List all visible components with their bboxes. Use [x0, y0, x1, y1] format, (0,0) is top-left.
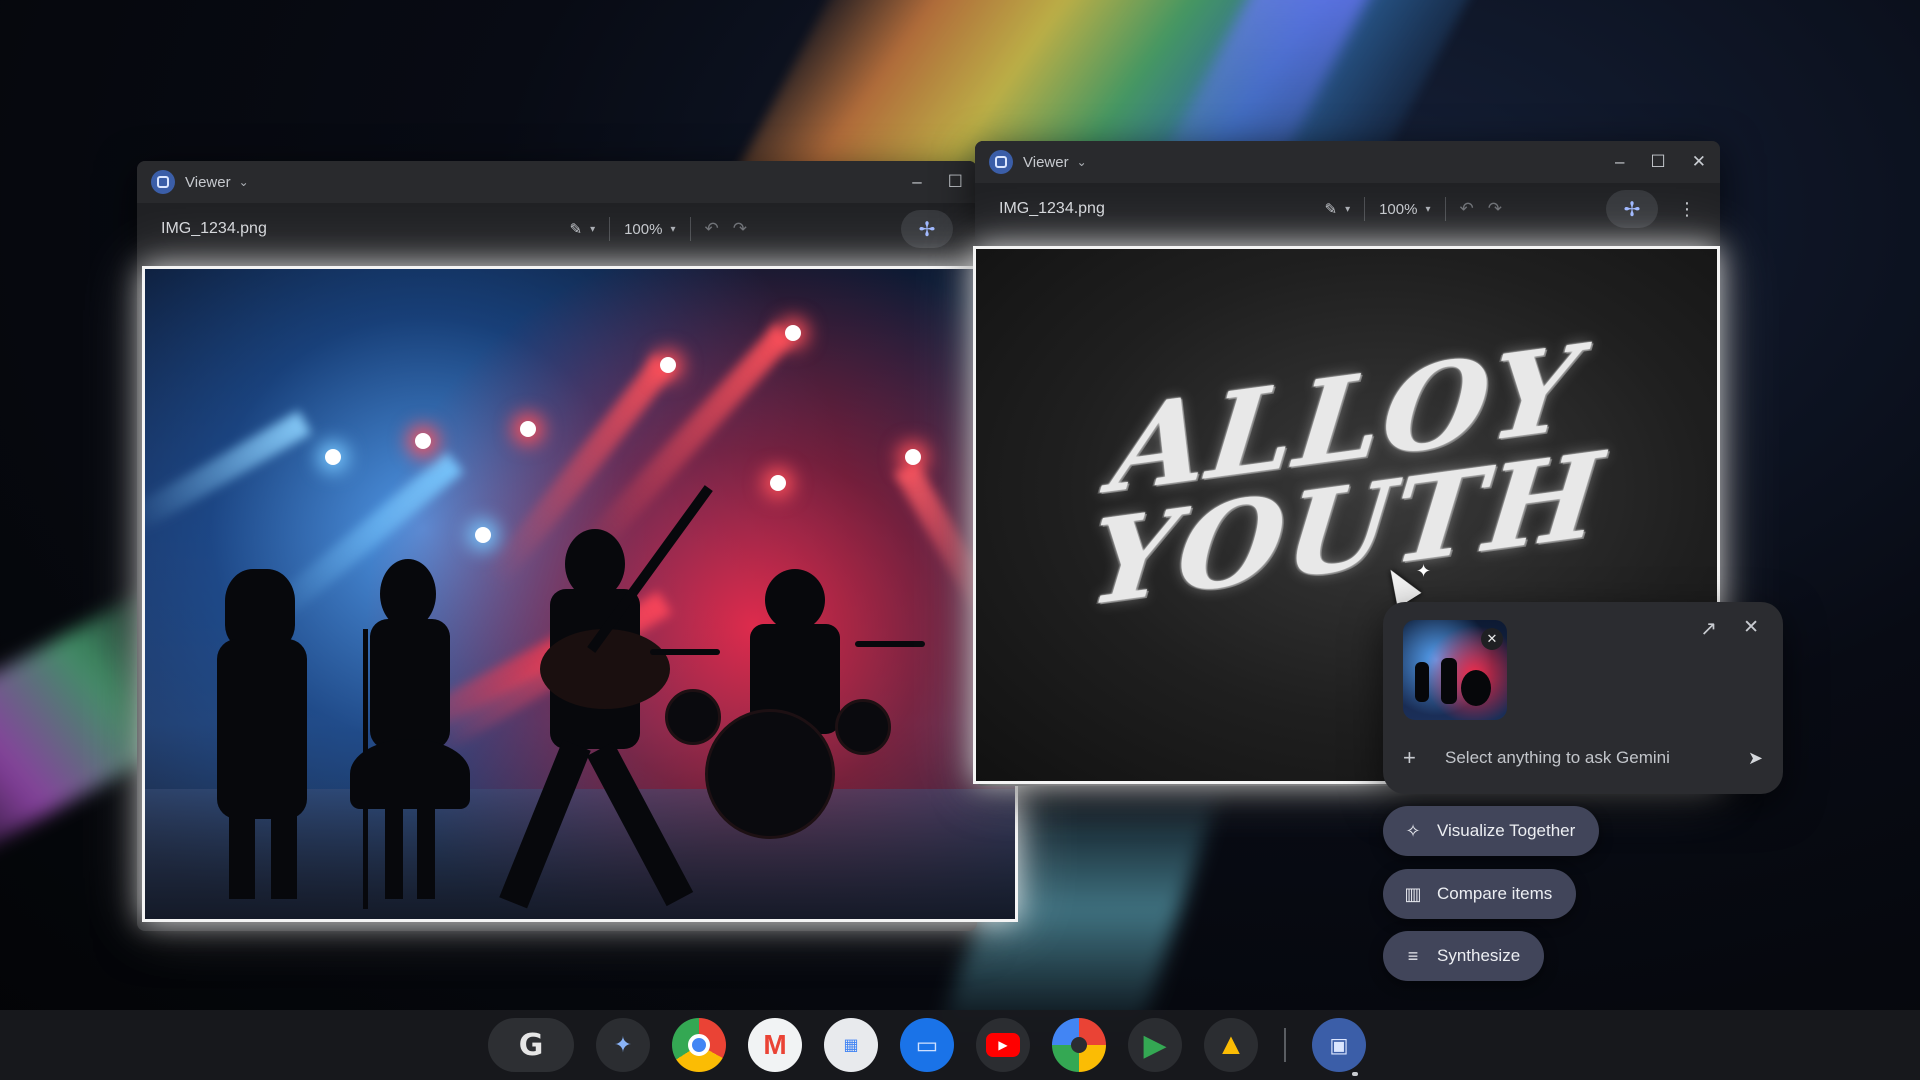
bass-drum	[705, 709, 835, 839]
files-icon[interactable]: ▭	[900, 1018, 954, 1072]
concert-photo[interactable]	[142, 266, 1018, 922]
musician-silhouette	[225, 569, 295, 649]
synthesize-icon: ≡	[1407, 945, 1419, 966]
chevron-down-icon[interactable]: ▾	[1425, 204, 1430, 215]
active-app-indicator	[1352, 1072, 1358, 1076]
stage-lamp	[770, 475, 786, 491]
stage-lamp	[660, 357, 676, 373]
stage-lamp	[475, 527, 491, 543]
chrome-icon[interactable]	[672, 1018, 726, 1072]
send-icon[interactable]: ➤	[1748, 748, 1763, 769]
visualize-together-chip[interactable]: ✧ Visualize Together	[1383, 806, 1600, 856]
expand-icon[interactable]: ↗	[1700, 616, 1717, 641]
singer-silhouette	[385, 799, 403, 899]
chip-label: Visualize Together	[1437, 821, 1576, 840]
concert-scene	[145, 269, 1015, 919]
tom-drum	[665, 689, 721, 745]
maximize-icon[interactable]: ☐	[948, 172, 963, 192]
compare-icon: ▥	[1404, 883, 1422, 904]
zoom-level[interactable]: 100%	[624, 221, 662, 238]
compare-items-chip[interactable]: ▥ Compare items	[1383, 869, 1577, 919]
thumbnail-silhouette	[1461, 670, 1491, 706]
minimize-icon[interactable]: –	[912, 172, 921, 192]
sparkle-people-icon: ✧	[1405, 820, 1421, 841]
redo-icon[interactable]: ↷	[1488, 199, 1502, 219]
mic-stand	[363, 629, 368, 909]
file-name: IMG_1234.png	[161, 220, 267, 237]
gmail-icon[interactable]: M	[748, 1018, 802, 1072]
shelf-apps: G ✦ M ▦ ▭ ▶ ▶ ▲ ▣	[488, 1018, 1366, 1072]
edit-pencil-icon[interactable]: ✎	[569, 220, 582, 238]
stage-lamp	[785, 325, 801, 341]
window-titlebar[interactable]: Viewer ⌄ – ☐ ✕	[975, 141, 1720, 183]
chevron-down-icon[interactable]: ⌄	[239, 175, 249, 189]
synthesize-chip[interactable]: ≡ Synthesize	[1383, 931, 1545, 981]
musician-silhouette	[217, 639, 307, 819]
chip-label: Synthesize	[1437, 946, 1521, 965]
tom-drum	[835, 699, 891, 755]
add-icon[interactable]: +	[1403, 745, 1433, 771]
window-titlebar[interactable]: Viewer ⌄ – ☐	[137, 161, 977, 203]
sparkle-icon: ✦	[1416, 561, 1432, 581]
minimize-icon[interactable]: –	[1615, 152, 1624, 172]
close-icon[interactable]: ✕	[1692, 152, 1706, 172]
viewer-toolbar: IMG_1234.png ✎ ▾ 100% ▾ ↶ ↷ ✢ ⋮	[975, 183, 1720, 235]
ai-sparkle-button[interactable]: ✢	[901, 210, 953, 248]
stage-lamp	[905, 449, 921, 465]
stage-light-ray	[145, 410, 312, 534]
youtube-icon[interactable]: ▶	[976, 1018, 1030, 1072]
remove-thumbnail-icon[interactable]: ✕	[1481, 628, 1503, 650]
shelf-divider	[1284, 1028, 1286, 1062]
chevron-down-icon[interactable]: ▾	[1345, 204, 1350, 215]
cymbal	[650, 649, 720, 655]
drive-icon[interactable]: ▲	[1204, 1018, 1258, 1072]
edit-pencil-icon[interactable]: ✎	[1324, 200, 1337, 218]
redo-icon[interactable]: ↷	[733, 219, 747, 239]
app-name: Viewer	[185, 173, 231, 191]
thumbnail-silhouette	[1415, 662, 1429, 702]
maximize-icon[interactable]: ☐	[1651, 152, 1666, 172]
cymbal	[855, 641, 925, 647]
singer-silhouette	[417, 799, 435, 899]
toolbar-divider	[609, 217, 611, 241]
chevron-down-icon[interactable]: ⌄	[1077, 155, 1087, 169]
viewer-app-icon	[151, 170, 175, 194]
gemini-ask-panel[interactable]: ✕ ↗ ✕ + Select anything to ask Gemini ➤	[1383, 602, 1783, 794]
guitar-body	[540, 629, 670, 709]
gemini-prompt-row[interactable]: + Select anything to ask Gemini ➤	[1403, 740, 1763, 776]
musician-silhouette	[271, 809, 297, 899]
singer-silhouette	[350, 739, 470, 809]
zoom-level[interactable]: 100%	[1379, 201, 1417, 218]
chevron-down-icon[interactable]: ▾	[670, 224, 675, 235]
play-store-icon[interactable]: ▶	[1128, 1018, 1182, 1072]
more-vert-icon[interactable]: ⋮	[1678, 199, 1696, 220]
undo-icon[interactable]: ↶	[705, 219, 719, 239]
singer-silhouette	[370, 619, 450, 749]
musician-silhouette	[229, 809, 255, 899]
toolbar-divider	[1364, 197, 1366, 221]
viewer-toolbar: IMG_1234.png ✎ ▾ 100% ▾ ↶ ↷ ✢	[137, 203, 977, 255]
thumbnail-silhouette	[1441, 658, 1457, 704]
stage-lamp	[325, 449, 341, 465]
undo-icon[interactable]: ↶	[1460, 199, 1474, 219]
file-name: IMG_1234.png	[999, 200, 1105, 217]
chevron-down-icon[interactable]: ▾	[590, 224, 595, 235]
gemini-prompt-input[interactable]: Select anything to ask Gemini	[1445, 748, 1670, 768]
stage-lamp	[520, 421, 536, 437]
gemini-icon[interactable]: ✦	[596, 1018, 650, 1072]
viewer-icon[interactable]: ▣	[1312, 1018, 1366, 1072]
ai-sparkle-button[interactable]: ✢	[1606, 190, 1658, 228]
photos-icon[interactable]	[1052, 1018, 1106, 1072]
toolbar-divider	[689, 217, 691, 241]
chip-label: Compare items	[1437, 884, 1553, 903]
drummer-silhouette	[765, 569, 825, 631]
viewer-app-icon	[989, 150, 1013, 174]
calendar-icon[interactable]: ▦	[824, 1018, 878, 1072]
stage-lamp	[415, 433, 431, 449]
launcher-button[interactable]: G	[488, 1018, 574, 1072]
app-name: Viewer	[1023, 153, 1069, 171]
close-icon[interactable]: ✕	[1743, 616, 1759, 639]
toolbar-divider	[1444, 197, 1446, 221]
